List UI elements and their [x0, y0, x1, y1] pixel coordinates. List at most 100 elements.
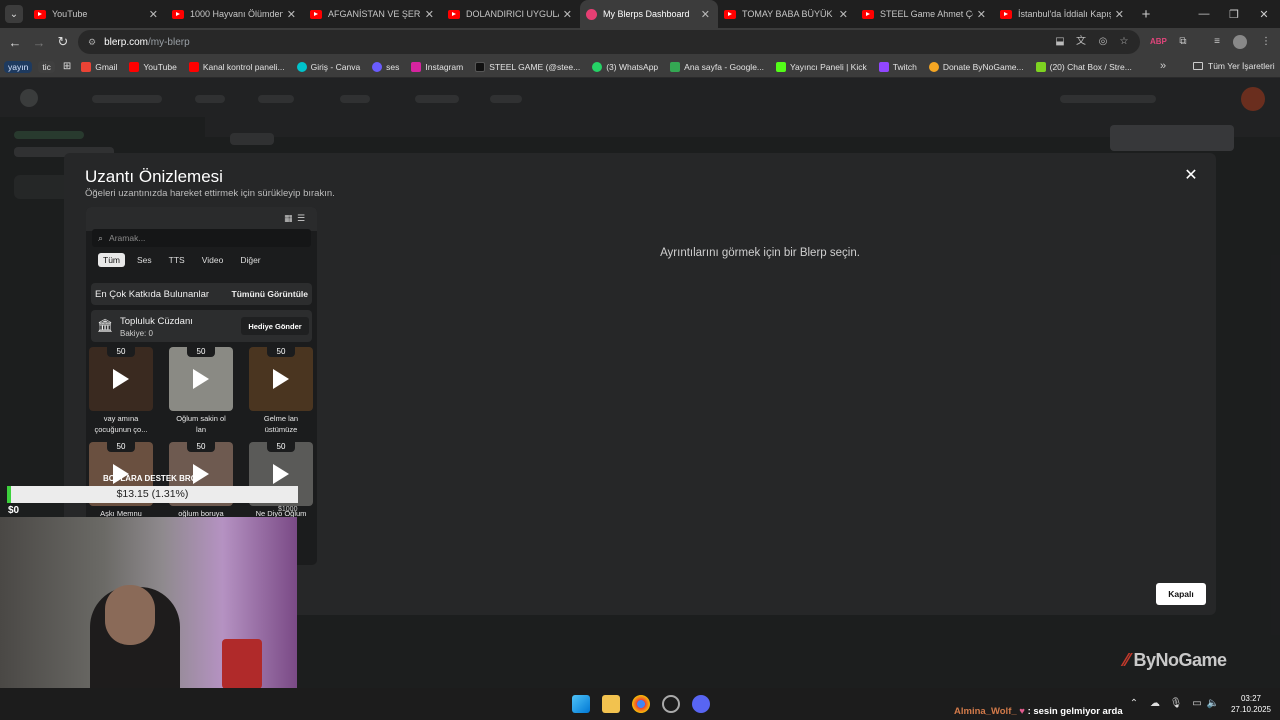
extensions-icon[interactable]: ⧉ [1175, 35, 1191, 49]
close-tab-icon[interactable]: ✕ [287, 8, 296, 21]
maximize-button[interactable]: ❐ [1218, 0, 1250, 28]
close-window-button[interactable]: ✕ [1248, 0, 1280, 28]
browser-tab[interactable]: TOMAY BABA BÜYÜK SIRI ✕ [718, 0, 856, 28]
tab-title: İstanbul'da İddialı Kapışm [1018, 9, 1111, 19]
tab-diger[interactable]: Diğer [235, 253, 265, 267]
bookmark-tic[interactable]: tic [38, 60, 55, 73]
search-input[interactable]: ⌕ Aramak... [92, 229, 311, 247]
bookmark-kanal[interactable]: Kanal kontrol paneli... [188, 61, 285, 72]
menu-icon[interactable]: ⋮ [1258, 35, 1274, 49]
bookmark-twitch[interactable]: Twitch [878, 61, 917, 72]
bookmark-canva[interactable]: Giriş - Canva [296, 61, 360, 72]
donation-goal-label: $1000 [278, 506, 298, 513]
cloud-icon[interactable]: ☁ [1148, 698, 1162, 710]
bookmark-instagram[interactable]: Instagram [411, 61, 463, 72]
blerp-thumbnail: 50 [89, 347, 153, 411]
tab-video[interactable]: Video [197, 253, 229, 267]
close-tab-icon[interactable]: ✕ [977, 8, 986, 21]
site-info-icon[interactable]: ⚙ [88, 37, 96, 48]
youtube-icon [1000, 9, 1012, 19]
eye-off-icon[interactable]: ◎ [1096, 35, 1110, 49]
bookmark-yayin[interactable]: yayın [4, 60, 33, 73]
browser-tab[interactable]: İstanbul'da İddialı Kapışm ✕ [994, 0, 1132, 28]
bookmark-star-icon[interactable]: ☆ [1117, 35, 1131, 49]
tab-title: TOMAY BABA BÜYÜK SIRI [742, 9, 835, 19]
blerp-price: 50 [187, 347, 215, 357]
heart-icon: ♥ [1019, 706, 1025, 717]
close-icon[interactable]: ✕ [1182, 167, 1200, 185]
chrome-icon[interactable] [632, 695, 650, 713]
reload-button[interactable]: ↻ [51, 30, 75, 54]
close-tab-icon[interactable]: ✕ [563, 8, 572, 21]
tab-ses[interactable]: Ses [132, 253, 157, 267]
close-tab-icon[interactable]: ✕ [1115, 8, 1124, 21]
file-explorer-icon[interactable] [602, 695, 620, 713]
close-button[interactable]: Kapalı [1156, 583, 1206, 605]
bookmark-whatsapp[interactable]: (3) WhatsApp [592, 61, 658, 72]
back-button[interactable]: ← [3, 30, 27, 54]
grid-view-icon[interactable]: ▦ [284, 214, 293, 223]
donation-start-label: $0 [8, 505, 20, 516]
apps-grid-icon[interactable]: ⊞ [63, 61, 71, 72]
bookmark-gmail[interactable]: Gmail [81, 61, 117, 72]
system-clock[interactable]: 03:27 27.10.2025 [1226, 693, 1276, 715]
bookmark-bynogame[interactable]: Donate ByNoGame... [928, 61, 1024, 72]
send-gift-button[interactable]: Hediye Gönder [241, 317, 309, 335]
browser-tab[interactable]: DOLANDIRICI UYGULAMA ✕ [442, 0, 580, 28]
browser-tab[interactable]: STEEL Game Ahmet Çelik ✕ [856, 0, 994, 28]
close-tab-icon[interactable]: ✕ [839, 8, 848, 21]
blerp-card[interactable]: 50 Gelme lan üstümüze [249, 347, 313, 435]
bookmark-tiktok[interactable]: STEEL GAME (@stee... [475, 61, 580, 72]
youtube-icon [310, 9, 322, 19]
browser-tab[interactable]: YouTube ✕ [28, 0, 166, 28]
blerp-card[interactable]: 50 vay amına çocuğunun ço... [89, 347, 153, 435]
more-bookmarks-icon[interactable]: » [1160, 60, 1166, 72]
discord-icon[interactable] [692, 695, 710, 713]
tab-title: My Blerps Dashboard [603, 9, 690, 19]
top-contributors-row: En Çok Katkıda Bulunanlar Tümünü Görüntü… [91, 283, 312, 305]
obs-icon[interactable] [662, 695, 680, 713]
display-icon[interactable]: ▭ [1190, 698, 1204, 710]
microphone-icon[interactable]: 🎙 [1169, 698, 1183, 710]
modal-title: Uzantı Önizlemesi [85, 167, 223, 186]
forward-button[interactable]: → [27, 30, 51, 54]
all-bookmarks-folder[interactable]: Tüm Yer İşaretleri [1193, 61, 1275, 71]
address-bar[interactable]: ⚙ blerp.com/my-blerp [78, 30, 1140, 54]
tabs-container: YouTube ✕ 1000 Hayvanı Ölümden K ✕ AFGANİSTA… [28, 0, 1132, 28]
browser-tab[interactable]: 1000 Hayvanı Ölümden K ✕ [166, 0, 304, 28]
bookmark-ses[interactable]: ses [372, 61, 399, 72]
bynogame-logo: ⁄⁄ ByNoGame [1124, 650, 1227, 670]
minimize-button[interactable]: — [1188, 0, 1220, 28]
tab-all[interactable]: Tüm [98, 253, 125, 267]
install-app-icon[interactable]: ⬓ [1053, 35, 1067, 49]
profile-avatar[interactable] [1233, 35, 1247, 49]
close-tab-icon[interactable]: ✕ [425, 8, 434, 21]
list-view-icon[interactable]: ☰ [297, 214, 306, 223]
translate-icon[interactable]: 文 [1074, 35, 1088, 49]
bookmark-google-drive[interactable]: Ana sayfa - Google... [670, 61, 764, 72]
top-contributors-label: En Çok Katkıda Bulunanlar [95, 288, 210, 300]
windows-start-icon[interactable] [572, 695, 590, 713]
close-tab-icon[interactable]: ✕ [149, 8, 158, 21]
view-all-link[interactable]: Tümünü Görüntüle [232, 289, 309, 299]
new-tab-button[interactable]: + [1132, 6, 1160, 23]
bookmark-kick[interactable]: Yayıncı Paneli | Kick [776, 61, 867, 72]
tab-title: YouTube [52, 9, 88, 19]
close-tab-icon[interactable]: ✕ [701, 8, 710, 21]
bookmark-chatbox[interactable]: (20) Chat Box / Stre... [1035, 61, 1132, 72]
volume-icon[interactable]: 🔈 [1206, 698, 1220, 710]
clock-time: 03:27 [1240, 694, 1262, 703]
browser-tab[interactable]: AFGANİSTAN VE ŞERİAT H ✕ [304, 0, 442, 28]
category-tabs: Tüm Ses TTS Video Diğer [98, 253, 273, 267]
tab-search-button[interactable]: ⌄ [0, 0, 28, 28]
adblock-icon[interactable]: ABP [1150, 35, 1167, 49]
tray-chevron-icon[interactable]: ⌃ [1127, 698, 1141, 710]
bookmark-youtube[interactable]: YouTube [129, 61, 177, 72]
ses-icon [372, 61, 383, 72]
blerp-price: 50 [107, 442, 135, 452]
tab-tts[interactable]: TTS [164, 253, 190, 267]
blerp-card[interactable]: 50 Oğlum sakin ol lan [169, 347, 233, 435]
browser-tab[interactable]: My Blerps Dashboard ✕ [580, 0, 718, 28]
media-controls-icon[interactable]: ≡ [1209, 35, 1225, 49]
blerp-icon [586, 8, 597, 20]
